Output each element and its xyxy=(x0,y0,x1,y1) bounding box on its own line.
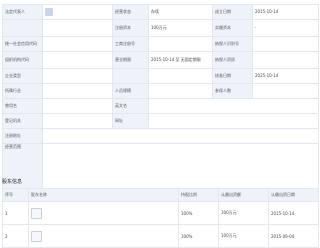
info-value xyxy=(42,36,113,52)
info-label: 登记机关 xyxy=(2,113,43,129)
investor-cell xyxy=(28,224,179,248)
info-value: - xyxy=(252,19,319,37)
info-value: 2015-10-14 xyxy=(252,4,319,20)
info-value xyxy=(252,51,319,69)
info-value xyxy=(148,98,319,114)
info-label: 成立日期 xyxy=(212,4,253,20)
info-value xyxy=(42,68,113,84)
info-value: 2025-10-14 xyxy=(252,68,319,84)
investors-header: 序号 股东名称 持股比例 认缴出资额 认缴出资日期 xyxy=(2,188,319,202)
amount-cell: 100万元 xyxy=(218,224,269,248)
col-header: 认缴出资日期 xyxy=(268,188,319,202)
info-label: 企业类型 xyxy=(2,68,43,84)
info-label: 注册资本 xyxy=(112,19,149,37)
info-value xyxy=(148,36,213,52)
date-cell: 2015-10-14 xyxy=(268,201,319,225)
info-value: 2015-10-14 至 无固定期限 xyxy=(148,51,213,69)
info-label: 曾用名 xyxy=(2,98,43,114)
info-label: 人员规模 xyxy=(112,83,149,99)
table-row: 2 100% 100万元 2015-09-04 xyxy=(2,224,319,248)
info-label: 经营状态 xyxy=(112,4,149,20)
col-header: 股东名称 xyxy=(28,188,179,202)
company-logo-icon xyxy=(31,207,42,219)
info-value xyxy=(42,4,113,20)
table-row: 1 100% 100万元 2015-10-14 xyxy=(2,201,319,225)
investors-table: 序号 股东名称 持股比例 认缴出资额 认缴出资日期 1 100% 100万元 2… xyxy=(2,188,319,248)
date-cell: 2015-09-04 xyxy=(268,224,319,248)
info-label: 统一社会信用代码 xyxy=(2,36,43,52)
info-label: 组织机构代码 xyxy=(2,51,43,69)
info-row: 组织机构代码 营业期限 2015-10-14 至 无固定期限 纳税人资质 xyxy=(2,51,319,69)
info-value xyxy=(42,19,113,37)
info-value: 存续 xyxy=(148,4,213,20)
info-row: 曾用名 英文名 xyxy=(2,98,319,114)
info-row: 所属行业 人员规模 参保人数 xyxy=(2,83,319,99)
info-label: 所属行业 xyxy=(2,83,43,99)
investor-cell xyxy=(28,201,179,225)
address-value xyxy=(42,128,319,144)
info-label: 英文名 xyxy=(112,98,149,114)
info-label xyxy=(112,68,149,84)
company-info-table: 法定代表人 经营状态 存续 成立日期 2015-10-14 注册资本 100万元… xyxy=(2,4,319,201)
info-value xyxy=(42,98,113,114)
info-label xyxy=(2,19,43,37)
info-row: 注册资本 100万元 实缴资本 - xyxy=(2,19,319,37)
info-value xyxy=(42,83,113,99)
info-label: 营业期限 xyxy=(112,51,149,69)
info-row: 登记机关 网址 xyxy=(2,113,319,129)
row-index: 2 xyxy=(2,224,29,248)
info-value xyxy=(42,51,113,69)
info-row: 企业类型 核准日期 2025-10-14 xyxy=(2,68,319,84)
info-label: 网址 xyxy=(112,113,149,129)
info-row: 统一社会信用代码 工商注册号 纳税人识别号 xyxy=(2,36,319,52)
info-label: 实缴资本 xyxy=(212,19,253,37)
row-index: 1 xyxy=(2,201,29,225)
avatar xyxy=(45,8,53,16)
col-header: 持股比例 xyxy=(178,188,219,202)
investors-title: 股东信息 xyxy=(2,179,23,185)
ratio-cell: 100% xyxy=(178,224,219,248)
info-label: 核准日期 xyxy=(212,68,253,84)
info-value xyxy=(148,68,213,84)
info-label: 纳税人资质 xyxy=(212,51,253,69)
info-value xyxy=(148,83,213,99)
info-value xyxy=(42,113,113,129)
info-value xyxy=(252,83,319,99)
info-row: 注册地址 xyxy=(2,128,319,144)
ratio-cell: 100% xyxy=(178,201,219,225)
col-header: 序号 xyxy=(2,188,29,202)
website-link[interactable] xyxy=(148,113,319,129)
col-header: 认缴出资额 xyxy=(218,188,269,202)
amount-cell: 100万元 xyxy=(218,201,269,225)
info-label: 工商注册号 xyxy=(112,36,149,52)
info-label: 法定代表人 xyxy=(2,4,43,20)
info-label: 注册地址 xyxy=(2,128,43,144)
info-value: 100万元 xyxy=(148,19,213,37)
info-row: 法定代表人 经营状态 存续 成立日期 2015-10-14 xyxy=(2,4,319,20)
info-value xyxy=(252,36,319,52)
info-label: 参保人数 xyxy=(212,83,253,99)
info-label: 纳税人识别号 xyxy=(212,36,253,52)
